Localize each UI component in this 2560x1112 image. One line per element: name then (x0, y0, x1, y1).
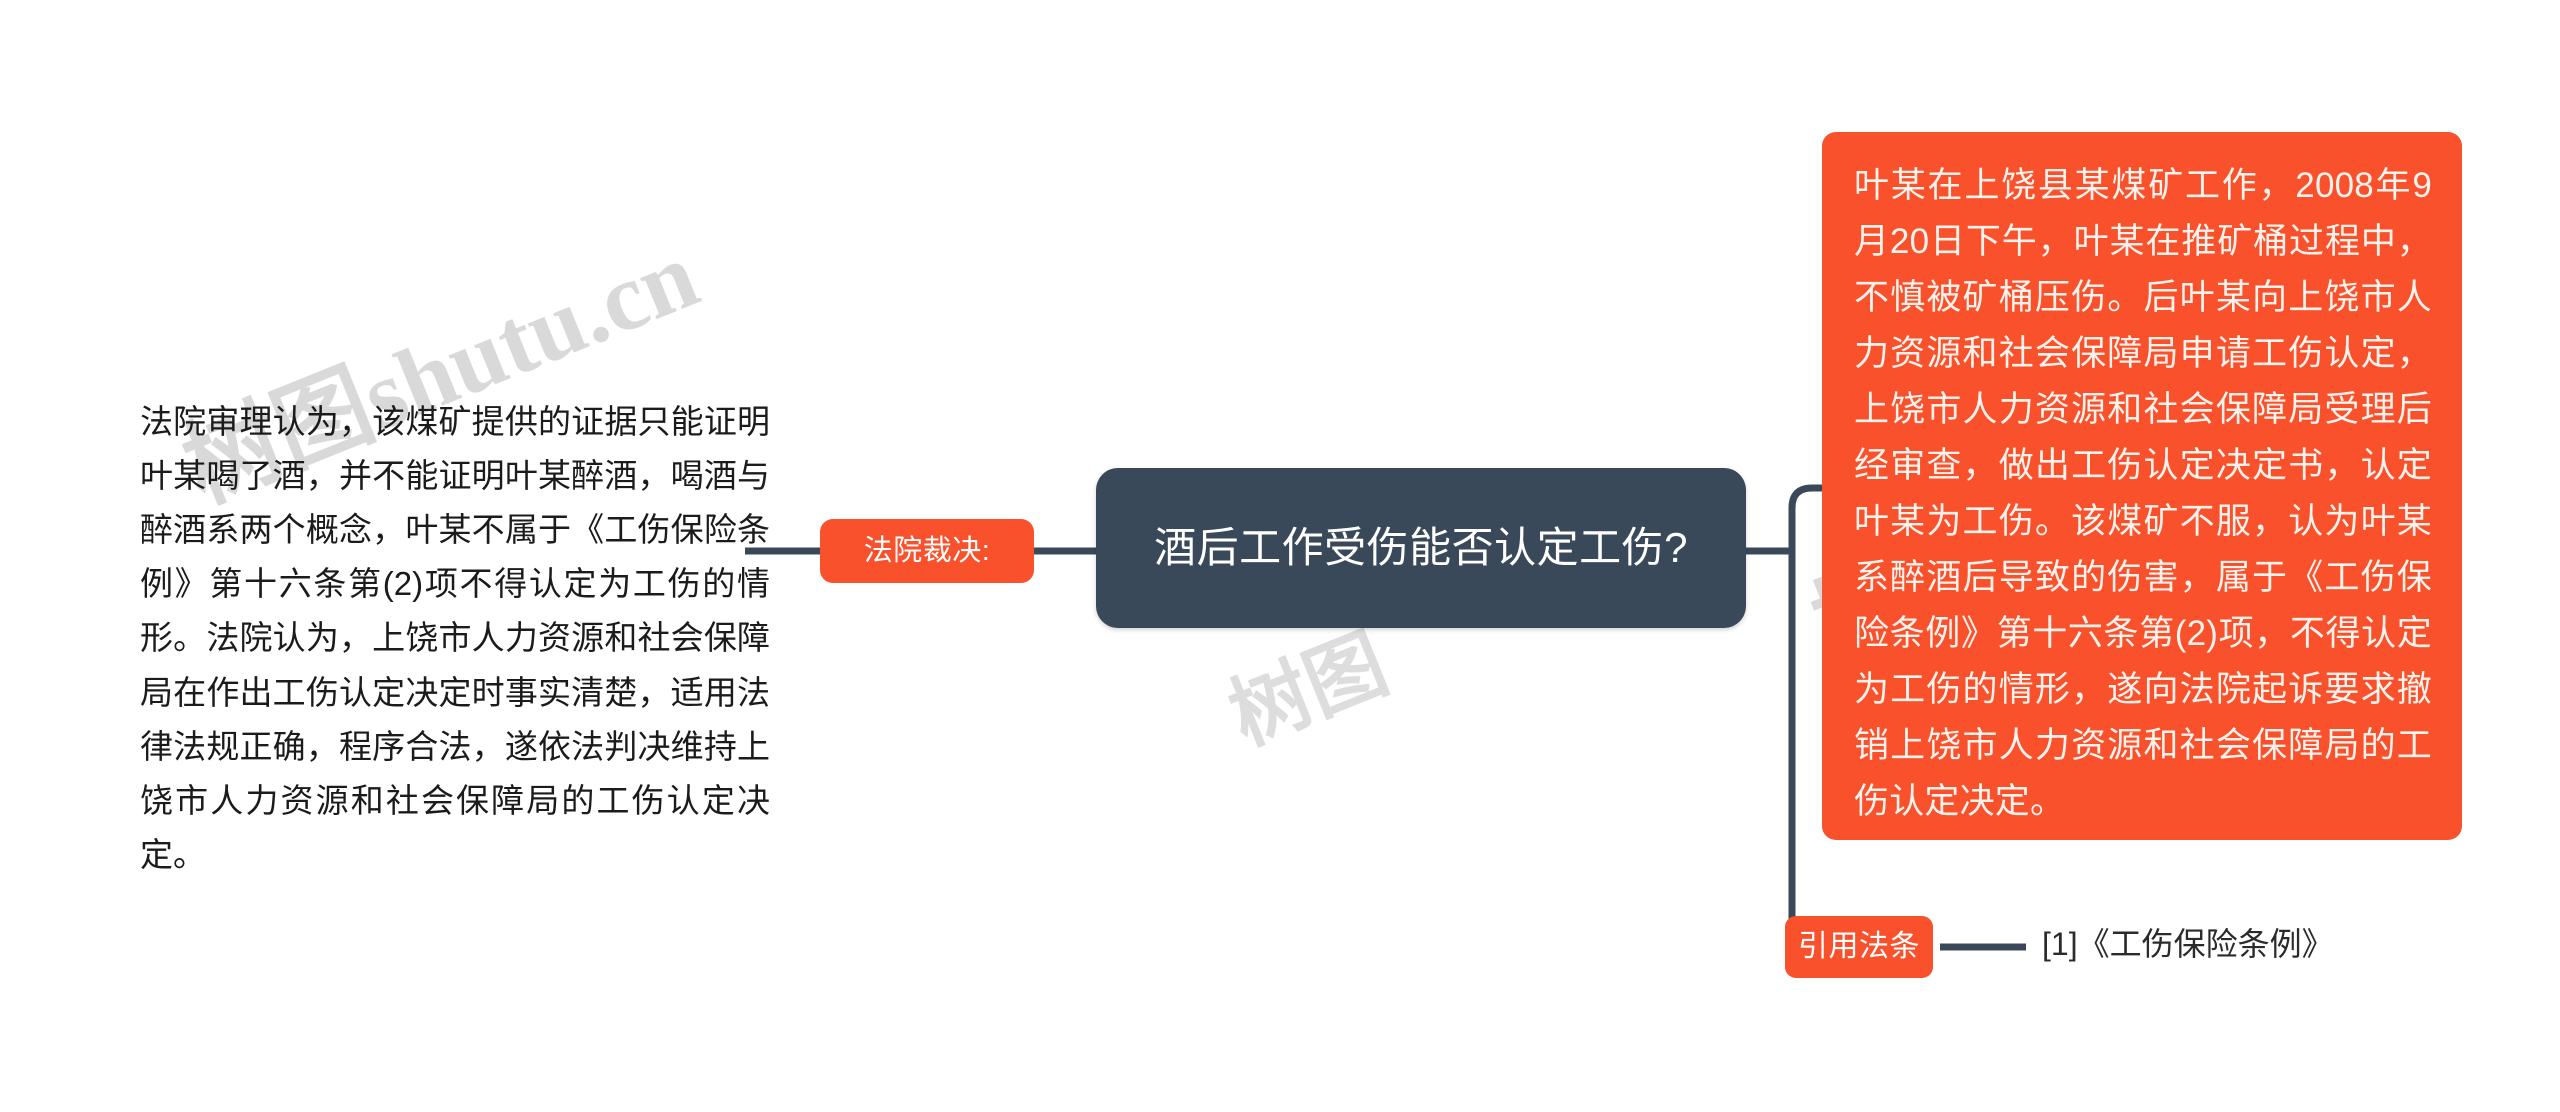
node-cited-law-label: 引用法条 (1798, 930, 1920, 963)
mindmap-canvas: 树图shutu.cn 树图 树图 法院审理认为，该煤矿提供的证据只能证明叶某喝了… (0, 0, 2560, 1112)
court-ruling-detail-text: 法院审理认为，该煤矿提供的证据只能证明叶某喝了酒，并不能证明叶某醉酒，喝酒与醉酒… (140, 403, 770, 873)
node-cited-law[interactable]: 引用法条 (1785, 916, 1933, 978)
cited-law-reference-text: [1]《工伤保险条例》 (2042, 926, 2334, 962)
node-central-topic[interactable]: 酒后工作受伤能否认定工伤? (1096, 468, 1746, 628)
node-case-summary[interactable]: 叶某在上饶县某煤矿工作，2008年9月20日下午，叶某在推矿桶过程中，不慎被矿桶… (1822, 132, 2462, 840)
court-ruling-detail: 法院审理认为，该煤矿提供的证据只能证明叶某喝了酒，并不能证明叶某醉酒，喝酒与醉酒… (140, 395, 770, 882)
connector-right-up (1788, 484, 1826, 551)
cited-law-reference: [1]《工伤保险条例》 (2042, 925, 2512, 963)
central-topic-title: 酒后工作受伤能否认定工伤? (1154, 524, 1688, 572)
node-court-ruling[interactable]: 法院裁决: (820, 519, 1034, 583)
node-court-ruling-label: 法院裁决: (863, 534, 991, 567)
case-summary-text: 叶某在上饶县某煤矿工作，2008年9月20日下午，叶某在推矿桶过程中，不慎被矿桶… (1854, 166, 2432, 821)
